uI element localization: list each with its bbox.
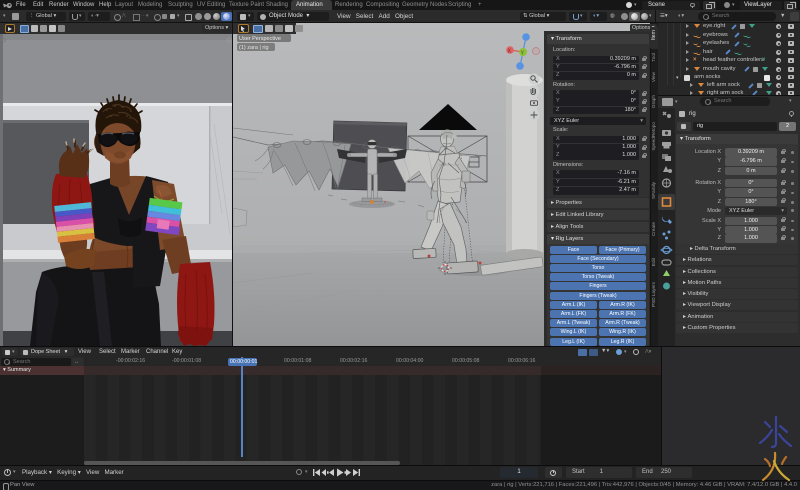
svg-text:(1) zara | rig: (1) zara | rig	[239, 45, 269, 51]
svg-text:User Perspective: User Perspective	[239, 36, 281, 42]
